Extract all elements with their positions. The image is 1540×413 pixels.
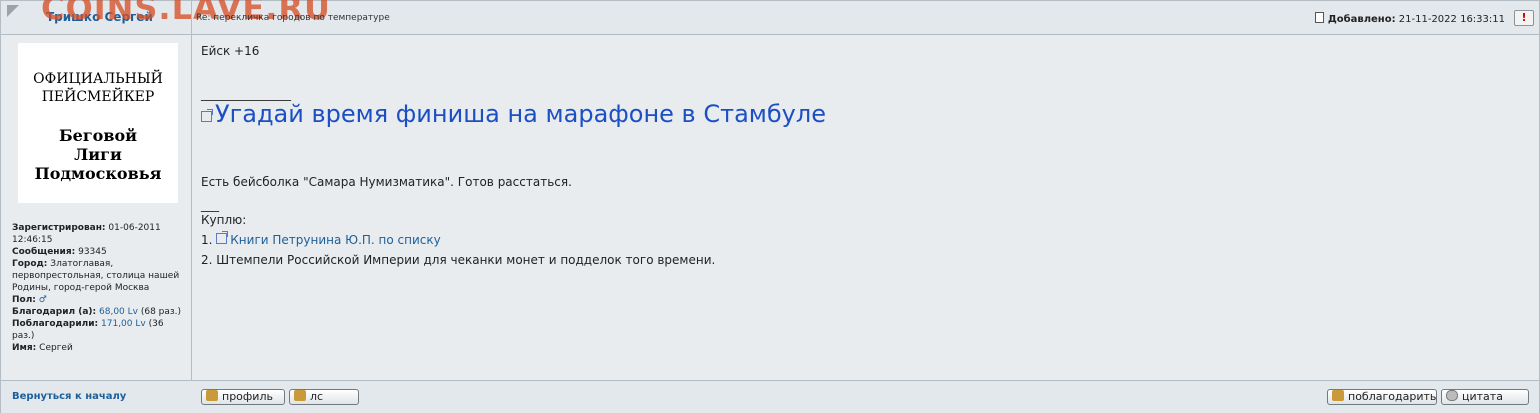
buy-item-2: 2. Штемпели Российской Империи для чекан…	[201, 253, 716, 267]
avatar-line: ОФИЦИАЛЬНЫЙ	[33, 71, 163, 87]
user-icon	[206, 390, 218, 401]
report-button[interactable]: !	[1514, 10, 1534, 26]
buy-heading: Куплю:	[201, 213, 247, 227]
post-date: Добавлено: 21-11-2022 16:33:11	[1314, 12, 1505, 25]
avatar-line: Подмосковья	[34, 164, 162, 183]
item-number: 1.	[201, 233, 213, 247]
gender-row: Пол: ♂	[12, 294, 184, 306]
post-subject: Re: перекличка городов по температуре	[196, 13, 390, 23]
users-icon	[294, 390, 306, 401]
thanked-count: (68 раз.)	[140, 307, 182, 317]
gender-label: Пол:	[12, 295, 36, 305]
corner-triangle-icon	[7, 5, 19, 17]
male-icon: ♂	[38, 295, 47, 305]
profile-button-label: профиль	[222, 390, 273, 403]
thank-button[interactable]: поблагодарить	[1327, 389, 1437, 405]
private-message-button[interactable]: лс	[289, 389, 359, 405]
quote-icon	[1446, 390, 1458, 401]
pm-button-label: лс	[310, 390, 324, 403]
messages-row: Сообщения: 93345	[12, 246, 184, 258]
thanked-label: Благодарил (а):	[12, 307, 97, 317]
back-to-top-link[interactable]: Вернуться к началу	[12, 391, 126, 402]
avatar-line: Лиги	[74, 145, 122, 164]
signature-title-text[interactable]: Угадай время финиша на марафоне в Стамбу…	[215, 100, 826, 128]
thanked-by-row: Поблагодарили: 171,00 Lv (36 раз.)	[12, 318, 184, 342]
profile-button[interactable]: профиль	[201, 389, 285, 405]
city-row: Город: Златоглавая, первопрестольная, ст…	[12, 258, 184, 294]
avatar-text-bottom: Беговой Лиги Подмосковья	[18, 126, 178, 183]
name-label: Имя:	[12, 343, 37, 353]
avatar-text-top: ОФИЦИАЛЬНЫЙ ПЕЙСМЕЙКЕР	[18, 70, 178, 106]
post-footer: Вернуться к началу профиль лс поблагодар…	[1, 380, 1539, 413]
name-row: Имя: Сергей	[12, 342, 184, 354]
avatar: ОФИЦИАЛЬНЫЙ ПЕЙСМЕЙКЕР Беговой Лиги Подм…	[18, 43, 178, 203]
document-icon	[1314, 12, 1324, 23]
signature-text-line: Есть бейсболка "Самара Нумизматика". Гот…	[201, 175, 572, 189]
name-value: Сергей	[39, 343, 73, 353]
signature-separator-short: ___	[201, 198, 219, 212]
post-header: Тришко Сергей COINS.LAVE.RU Re: переклич…	[1, 0, 1539, 35]
thanked-by-amount-link[interactable]: 171,00 Lv	[101, 319, 146, 329]
post-body: Ейск +16 _______________ Угадай время фи…	[201, 35, 1521, 380]
forum-post: Тришко Сергей COINS.LAVE.RU Re: переклич…	[0, 0, 1540, 413]
signature-title-link[interactable]: Угадай время финиша на марафоне в Стамбу…	[201, 100, 826, 128]
column-divider	[191, 1, 192, 413]
date-value: 21-11-2022 16:33:11	[1398, 14, 1505, 25]
avatar-line: ПЕЙСМЕЙКЕР	[41, 89, 155, 105]
buy-item-1: 1. Книги Петрунина Ю.П. по списку	[201, 231, 441, 247]
date-label: Добавлено:	[1327, 14, 1396, 25]
messages-label: Сообщения:	[12, 247, 76, 257]
messages-value: 93345	[78, 247, 107, 257]
thanked-amount-link[interactable]: 68,00 Lv	[99, 307, 138, 317]
quote-button-label: цитата	[1462, 390, 1503, 403]
thank-button-label: поблагодарить	[1348, 390, 1437, 403]
quote-button[interactable]: цитата	[1441, 389, 1529, 405]
external-link-icon	[216, 231, 229, 244]
author-sidebar: ОФИЦИАЛЬНЫЙ ПЕЙСМЕЙКЕР Беговой Лиги Подм…	[1, 35, 191, 380]
signature-separator: _______________	[201, 87, 291, 101]
thumbs-up-icon	[1332, 390, 1344, 401]
books-link[interactable]: Книги Петрунина Ю.П. по списку	[230, 233, 440, 247]
post-text-line: Ейск +16	[201, 44, 260, 58]
external-link-icon	[201, 109, 213, 122]
thanked-by-label: Поблагодарили:	[12, 319, 99, 329]
author-info: Зарегистрирован: 01-06-2011 12:46:15 Соо…	[12, 222, 184, 354]
avatar-line: Беговой	[59, 126, 137, 145]
city-label: Город:	[12, 259, 48, 269]
registered-label: Зарегистрирован:	[12, 223, 106, 233]
thanked-row: Благодарил (а): 68,00 Lv (68 раз.)	[12, 306, 184, 318]
registered-row: Зарегистрирован: 01-06-2011 12:46:15	[12, 222, 184, 246]
